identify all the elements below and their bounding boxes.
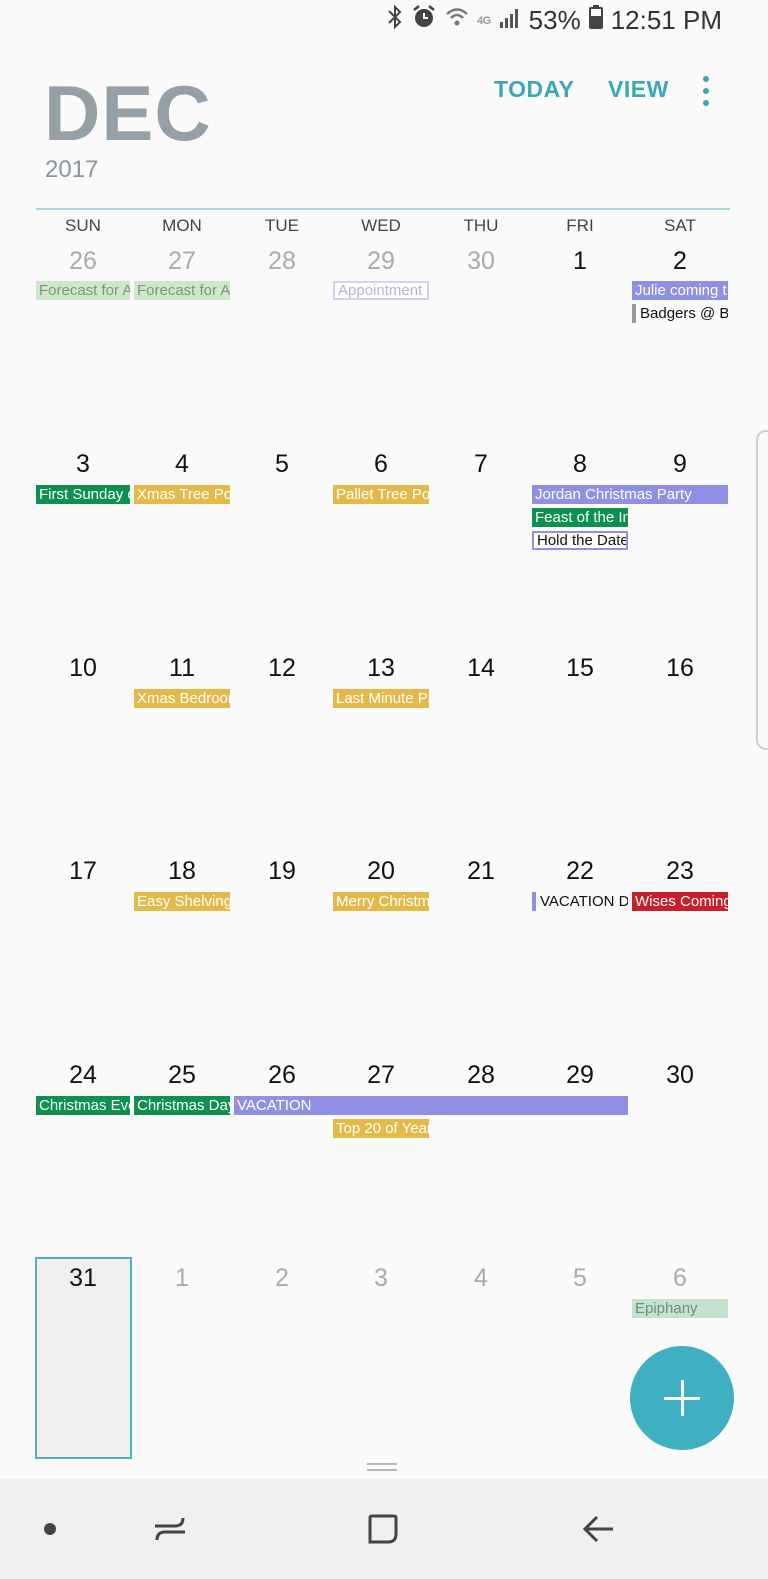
navigation-bar xyxy=(0,1479,768,1579)
day-cell[interactable]: 5 xyxy=(530,1264,630,1293)
view-button[interactable]: VIEW xyxy=(608,76,669,103)
day-cell[interactable]: 2 xyxy=(232,1264,332,1293)
day-cell[interactable]: 13 xyxy=(331,654,431,683)
day-cell[interactable]: 21 xyxy=(431,857,531,886)
day-cell[interactable]: 18 xyxy=(132,857,232,886)
recent-apps-icon[interactable] xyxy=(145,1479,195,1579)
more-options-icon[interactable] xyxy=(696,74,716,108)
month-title[interactable]: DEC xyxy=(44,68,212,159)
day-cell[interactable]: 16 xyxy=(630,654,730,683)
day-cell[interactable]: 24 xyxy=(33,1061,133,1090)
today-button[interactable]: TODAY xyxy=(494,76,574,103)
weekday-tue: TUE xyxy=(265,216,299,235)
event-chip[interactable]: First Sunday o xyxy=(36,485,130,504)
event-chip[interactable]: Xmas Bedroor xyxy=(134,689,230,708)
network-type-label: 4G xyxy=(476,14,491,27)
event-chip[interactable]: Hold the Date xyxy=(532,531,628,550)
day-cell[interactable]: 25 xyxy=(132,1061,232,1090)
weekday-wed: WED xyxy=(361,216,401,235)
event-chip[interactable]: Appointment xyxy=(333,281,429,300)
event-chip[interactable]: VACATION DA xyxy=(532,892,628,911)
day-cell[interactable]: 22 xyxy=(530,857,630,886)
day-cell[interactable]: 29 xyxy=(530,1061,630,1090)
event-chip[interactable]: Last Minute Pr xyxy=(333,689,429,708)
day-cell[interactable]: 14 xyxy=(431,654,531,683)
day-cell[interactable]: 7 xyxy=(431,450,531,479)
day-cell[interactable]: 28 xyxy=(232,247,332,276)
day-cell[interactable]: 3 xyxy=(33,450,133,479)
weekday-fri: FRI xyxy=(566,216,594,235)
day-cell[interactable]: 19 xyxy=(232,857,332,886)
day-cell[interactable]: 4 xyxy=(431,1264,531,1293)
event-chip[interactable]: Julie coming t xyxy=(632,281,728,300)
day-cell[interactable]: 23 xyxy=(630,857,730,886)
edge-panel-handle[interactable] xyxy=(756,430,768,750)
day-cell[interactable]: 28 xyxy=(431,1061,531,1090)
event-chip[interactable]: Forecast for A xyxy=(36,281,130,300)
day-cell[interactable]: 3 xyxy=(331,1264,431,1293)
event-chip[interactable]: Christmas Day xyxy=(134,1096,230,1115)
day-cell[interactable]: 29 xyxy=(331,247,431,276)
day-cell[interactable]: 27 xyxy=(331,1061,431,1090)
event-chip[interactable]: Feast of the In xyxy=(532,508,628,527)
drag-handle[interactable] xyxy=(367,1463,397,1465)
day-cell[interactable]: 9 xyxy=(630,450,730,479)
event-chip[interactable]: Christmas Eve xyxy=(36,1096,130,1115)
day-cell[interactable]: 4 xyxy=(132,450,232,479)
day-cell[interactable]: 6 xyxy=(630,1264,730,1293)
alarm-icon xyxy=(411,4,437,37)
weekday-mon: MON xyxy=(162,216,202,235)
day-cell[interactable]: 6 xyxy=(331,450,431,479)
event-chip[interactable]: VACATION xyxy=(234,1096,628,1115)
weekday-sat: SAT xyxy=(664,216,696,235)
year-label: 2017 xyxy=(45,156,99,183)
day-cell[interactable]: 11 xyxy=(132,654,232,683)
back-arrow-icon[interactable] xyxy=(573,1479,623,1579)
battery-percent: 53% xyxy=(528,5,581,35)
day-cell[interactable]: 10 xyxy=(33,654,133,683)
header-divider xyxy=(36,208,730,210)
day-cell[interactable]: 2 xyxy=(630,247,730,276)
event-chip[interactable]: Easy Shelving xyxy=(134,892,230,911)
day-cell[interactable]: 27 xyxy=(132,247,232,276)
status-bar: 4G 53% 12:51 PM xyxy=(0,0,768,44)
add-event-button[interactable] xyxy=(630,1346,734,1450)
day-cell[interactable]: 8 xyxy=(530,450,630,479)
event-chip[interactable]: Wises Coming xyxy=(632,892,728,911)
day-cell[interactable]: 20 xyxy=(331,857,431,886)
wifi-icon xyxy=(445,5,469,36)
home-button-icon[interactable] xyxy=(358,1479,408,1579)
event-chip[interactable]: Pallet Tree Po xyxy=(333,485,429,504)
day-cell[interactable]: 26 xyxy=(232,1061,332,1090)
event-chip[interactable]: Badgers @ Bu xyxy=(632,304,728,323)
day-cell[interactable]: 12 xyxy=(232,654,332,683)
event-chip[interactable]: Jordan Christmas Party xyxy=(532,485,728,504)
day-cell[interactable]: 1 xyxy=(530,247,630,276)
event-chip[interactable]: Epiphany xyxy=(632,1299,728,1318)
day-cell[interactable]: 5 xyxy=(232,450,332,479)
dot-icon[interactable] xyxy=(30,1479,70,1579)
day-cell[interactable]: 15 xyxy=(530,654,630,683)
weekday-sun: SUN xyxy=(65,216,101,235)
battery-icon xyxy=(588,5,603,36)
day-cell[interactable]: 17 xyxy=(33,857,133,886)
event-chip[interactable]: Forecast for A xyxy=(134,281,230,300)
day-cell[interactable]: 31 xyxy=(33,1264,133,1293)
day-cell[interactable]: 26 xyxy=(33,247,133,276)
event-chip[interactable]: Merry Christm xyxy=(333,892,429,911)
day-cell[interactable]: 1 xyxy=(132,1264,232,1293)
signal-icon xyxy=(499,5,521,36)
event-chip[interactable]: Xmas Tree Pos xyxy=(134,485,230,504)
day-cell[interactable]: 30 xyxy=(431,247,531,276)
weekday-thu: THU xyxy=(463,216,499,235)
drag-handle-line xyxy=(367,1469,397,1471)
event-chip[interactable]: Top 20 of Year xyxy=(333,1119,429,1138)
bluetooth-icon xyxy=(387,4,403,37)
day-cell[interactable]: 30 xyxy=(630,1061,730,1090)
clock-time: 12:51 PM xyxy=(610,5,722,35)
